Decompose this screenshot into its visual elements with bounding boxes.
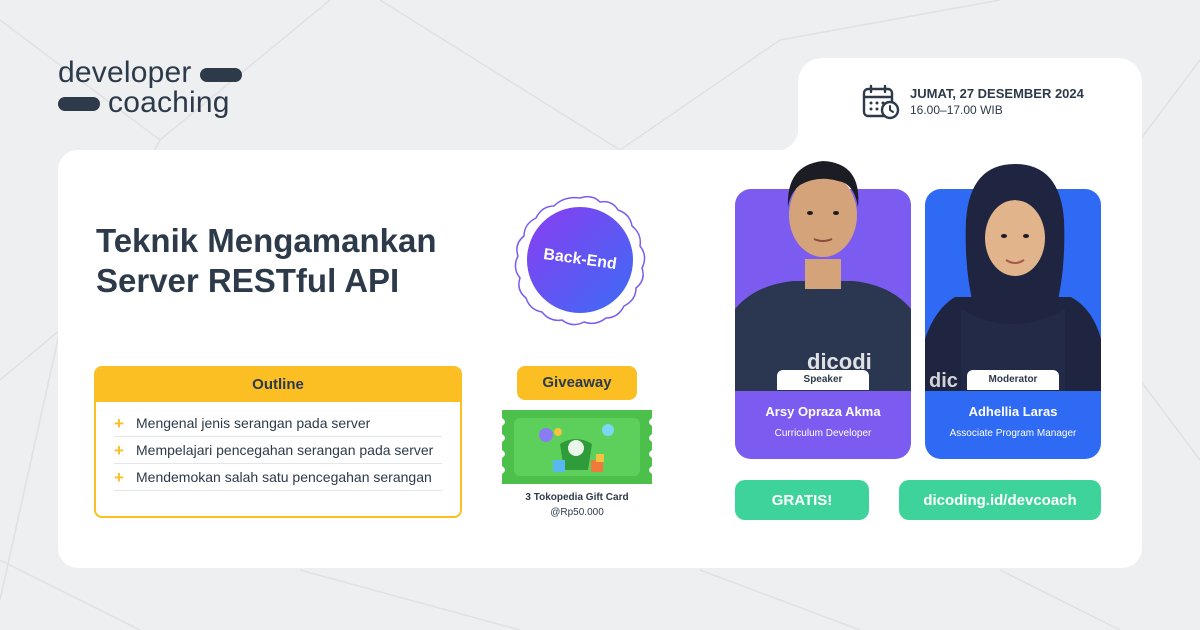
free-button[interactable]: GRATIS! [735,480,869,520]
plus-icon: + [114,440,124,460]
speaker-name: Arsy Opraza Akma [765,404,881,419]
category-badge: Back-End [512,192,648,328]
outline-item-text: Mengenal jenis serangan pada server [136,415,371,431]
outline-heading: Outline [96,368,460,402]
moderator-role-tag: Moderator [967,370,1059,390]
moderator-role: Associate Program Manager [949,428,1077,439]
outline-item-text: Mempelajari pencegahan serangan pada ser… [136,442,434,458]
speaker-role: Curriculum Developer [774,428,872,439]
logo-word-coaching: coaching [108,86,230,119]
event-title: Teknik Mengamankan Server RESTful API [96,221,516,301]
svg-text:dic: dic [929,370,958,391]
event-date: JUMAT, 27 DESEMBER 2024 16.00–17.00 WIB [862,84,1084,120]
badge-label: Back-End [542,245,618,274]
title-line-1: Teknik Mengamankan [96,222,437,259]
tab-curve [770,122,800,152]
developer-coaching-logo: developer coaching [58,58,258,122]
gift-card-ticket-illustration [502,410,652,484]
title-line-2: Server RESTful API [96,262,400,299]
outline-list: + Mengenal jenis serangan pada server + … [96,410,460,491]
outline-box: Outline + Mengenal jenis serangan pada s… [94,366,462,518]
list-item: + Mendemokan salah satu pencegahan seran… [114,464,442,491]
plus-icon: + [114,467,124,487]
giveaway-prize: 3 Tokopedia Gift Card [525,492,629,503]
list-item: + Mengenal jenis serangan pada server [114,410,442,437]
speaker-head [787,161,859,257]
giveaway-value: @Rp50.000 [550,507,604,518]
giveaway-heading: Giveaway [517,366,637,400]
logo-pill [199,68,242,82]
list-item: + Mempelajari pencegahan serangan pada s… [114,437,442,464]
event-time-text: 16.00–17.00 WIB [910,103,1003,117]
speaker-role-tag: Speaker [777,370,869,390]
moderator-name: Adhellia Laras [968,404,1058,419]
logo-pill [58,97,100,111]
outline-item-text: Mendemokan salah satu pencegahan seranga… [136,469,432,485]
event-date-text: JUMAT, 27 DESEMBER 2024 [910,86,1084,101]
moderator-head [965,164,1065,308]
plus-icon: + [114,413,124,433]
logo-word-developer: developer [58,56,192,89]
registration-link-button[interactable]: dicoding.id/devcoach [899,480,1101,520]
calendar-clock-icon [862,84,900,120]
